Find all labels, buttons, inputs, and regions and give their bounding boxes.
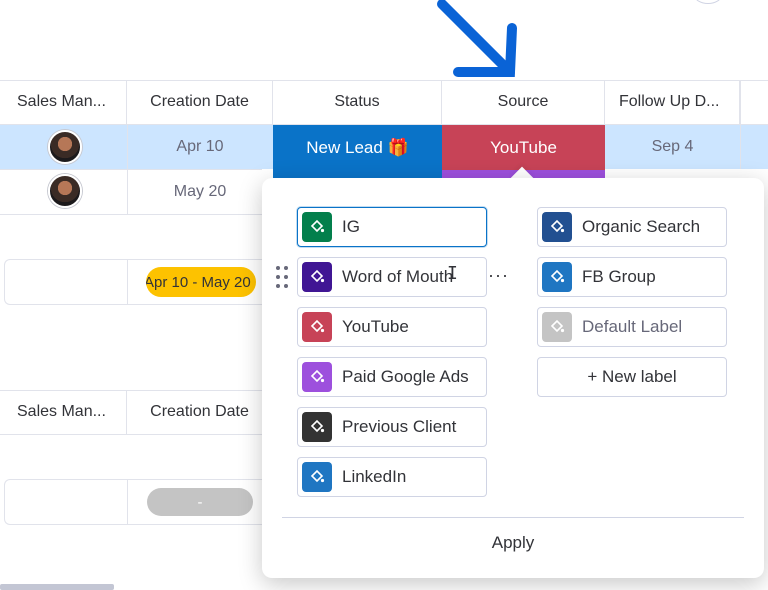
label-picker-popup: IG Word of Mouth YouTube Paid Google Ads… — [262, 178, 764, 578]
paint-bucket-icon — [302, 312, 332, 342]
creation-date-cell[interactable]: Apr 10 — [127, 125, 273, 169]
label-option-paid-google-ads[interactable]: Paid Google Ads — [297, 357, 487, 397]
new-label-text: + New label — [587, 367, 677, 386]
paint-bucket-icon — [542, 312, 572, 342]
arrow-down-right-icon — [437, 0, 517, 77]
label-option-text: Paid Google Ads — [342, 367, 469, 386]
column-header-creation-date[interactable]: Creation Date — [127, 80, 273, 124]
creation-date-cell[interactable]: May 20 — [127, 170, 273, 214]
date-range-summary[interactable]: Apr 10 - May 20 — [146, 267, 256, 297]
paint-bucket-icon — [302, 362, 332, 392]
date-range-summary-label: - — [197, 493, 203, 511]
date-range-summary-label: Apr 10 - May 20 — [146, 273, 251, 291]
label-option-organic-search[interactable]: Organic Search — [537, 207, 727, 247]
column-header-sales-manager[interactable]: Sales Man... — [0, 80, 127, 124]
status-cell-partial — [273, 170, 442, 178]
paint-bucket-icon — [302, 262, 332, 292]
drag-handle-icon[interactable] — [276, 266, 288, 290]
more-options-icon[interactable]: ··· — [488, 265, 509, 286]
popup-divider — [282, 517, 744, 518]
paint-bucket-icon — [542, 262, 572, 292]
column-header-source[interactable]: Source — [442, 80, 605, 124]
paint-bucket-icon — [302, 412, 332, 442]
source-cell-youtube[interactable]: YouTube — [442, 125, 605, 170]
label-option-default-label[interactable]: Default Label — [537, 307, 727, 347]
label-option-text: Default Label — [582, 317, 683, 336]
label-option-previous-client[interactable]: Previous Client — [297, 407, 487, 447]
column-header-label: Follow Up D... — [619, 93, 720, 110]
column-header-label: Status — [334, 93, 380, 110]
label-option-text: Previous Client — [342, 417, 457, 436]
horizontal-scrollbar[interactable] — [0, 584, 114, 590]
column-header-follow-up-date[interactable]: Follow Up D... — [605, 80, 740, 124]
column-header-label: Sales Man... — [17, 93, 106, 110]
date-range-summary-empty[interactable]: - — [147, 488, 253, 516]
label-option-text: YouTube — [342, 317, 409, 336]
label-option-text: Word of Mouth — [342, 267, 454, 286]
label-option-text: IG — [342, 217, 360, 236]
column-header-label: Sales Man... — [17, 403, 106, 420]
column-header-label: Source — [497, 93, 549, 110]
creation-date-value: May 20 — [173, 183, 227, 200]
column-header-label: Creation Date — [150, 93, 249, 110]
label-option-text: Organic Search — [582, 217, 701, 236]
apply-label: Apply — [491, 533, 535, 552]
label-option-word-of-mouth[interactable]: Word of Mouth — [297, 257, 487, 297]
paint-bucket-icon — [302, 462, 332, 492]
apply-button[interactable]: Apply — [262, 533, 764, 553]
column-header-status[interactable]: Status — [273, 80, 442, 124]
label-option-fb-group[interactable]: FB Group — [537, 257, 727, 297]
top-circle-control[interactable] — [694, 0, 722, 4]
column-header-label: Creation Date — [150, 403, 249, 420]
column-header-sales-manager[interactable]: Sales Man... — [0, 390, 127, 434]
paint-bucket-icon — [542, 212, 572, 242]
label-option-linkedin[interactable]: LinkedIn — [297, 457, 487, 497]
label-option-text: FB Group — [582, 267, 656, 286]
text-cursor-icon: I — [447, 263, 458, 284]
creation-date-value: Apr 10 — [176, 138, 224, 155]
follow-up-date-cell[interactable]: Sep 4 — [605, 125, 740, 169]
status-label: New Lead 🎁 — [306, 137, 409, 157]
status-cell-new-lead[interactable]: New Lead 🎁 — [273, 125, 442, 170]
source-label: YouTube — [490, 137, 557, 157]
new-label-button[interactable]: + New label — [537, 357, 727, 397]
label-option-youtube[interactable]: YouTube — [297, 307, 487, 347]
avatar[interactable] — [48, 174, 82, 208]
label-option-text: LinkedIn — [342, 467, 407, 486]
follow-up-date-value: Sep 4 — [651, 138, 694, 155]
column-header-creation-date[interactable]: Creation Date — [127, 390, 273, 434]
paint-bucket-icon — [302, 212, 332, 242]
label-option-ig[interactable]: IG — [297, 207, 487, 247]
avatar[interactable] — [48, 130, 82, 164]
